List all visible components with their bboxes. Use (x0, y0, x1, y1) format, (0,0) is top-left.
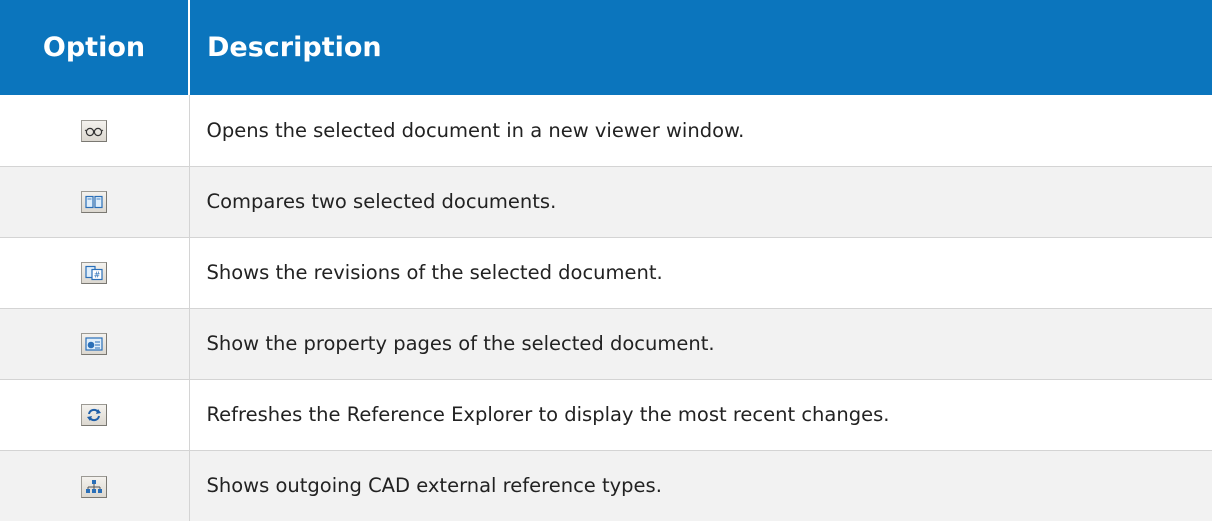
option-cell (0, 166, 190, 238)
revisions-icon: # (81, 262, 108, 285)
option-cell (0, 450, 190, 521)
table-header-row: Option Description (0, 0, 1212, 95)
table-row: Refreshes the Reference Explorer to disp… (0, 379, 1212, 451)
cad-references-icon (81, 475, 108, 498)
description-cell: Shows the revisions of the selected docu… (189, 237, 1212, 309)
svg-text:#: # (94, 271, 101, 280)
option-cell (0, 95, 190, 167)
option-cell: # (0, 237, 190, 309)
table-row: Opens the selected document in a new vie… (0, 95, 1212, 167)
option-cell (0, 308, 190, 380)
glasses-icon (81, 120, 108, 142)
option-column-header: Option (0, 0, 190, 95)
properties-icon (81, 333, 108, 356)
options-table: Option Description Opens the selected do… (0, 0, 1212, 521)
refresh-icon (81, 404, 108, 427)
option-cell (0, 379, 190, 451)
description-cell: Opens the selected document in a new vie… (189, 95, 1212, 167)
description-cell: Compares two selected documents. (189, 166, 1212, 238)
table-row: Show the property pages of the selected … (0, 308, 1212, 380)
table-row: Compares two selected documents. (0, 166, 1212, 238)
description-column-header: Description (189, 0, 1212, 95)
table-row: # Shows the revisions of the selected do… (0, 237, 1212, 309)
compare-documents-icon (81, 191, 108, 214)
table-row: Shows outgoing CAD external reference ty… (0, 450, 1212, 521)
description-cell: Refreshes the Reference Explorer to disp… (189, 379, 1212, 451)
description-cell: Show the property pages of the selected … (189, 308, 1212, 380)
description-cell: Shows outgoing CAD external reference ty… (189, 450, 1212, 521)
